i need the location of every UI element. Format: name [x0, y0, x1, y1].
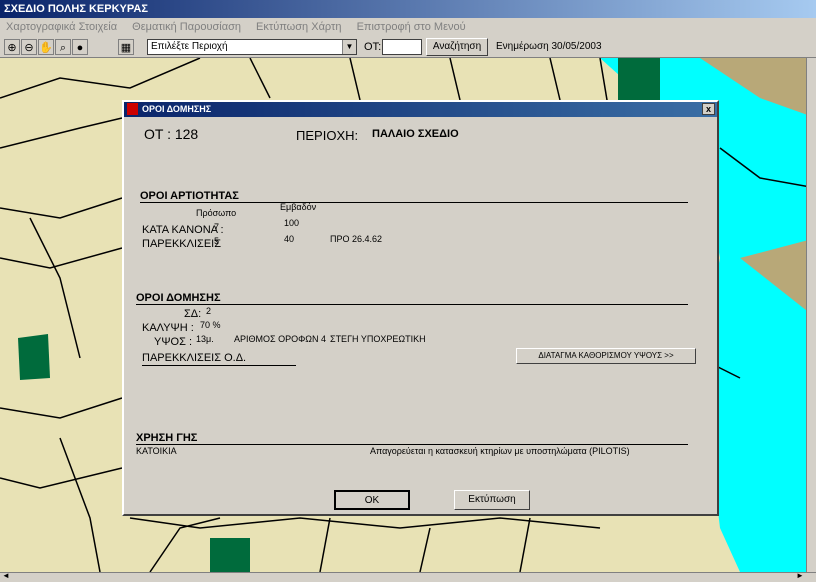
exc-note: ΠΡΟ 26.4.62	[330, 234, 383, 244]
search-button[interactable]: Αναζήτηση	[426, 38, 488, 56]
divider	[140, 202, 688, 203]
globe-icon[interactable]: ●	[72, 39, 88, 55]
dialog-title: ΟΡΟΙ ΔΟΜΗΣΗΣ	[142, 104, 212, 114]
rule-area: 100	[284, 218, 300, 228]
window-icon[interactable]: ▦	[118, 39, 134, 55]
dialog-title-bar: ΟΡΟΙ ΔΟΜΗΣΗΣ x	[124, 102, 717, 117]
scroll-left-icon[interactable]: ◄	[2, 571, 10, 580]
pan-hand-icon[interactable]: ✋	[38, 39, 54, 55]
ok-button[interactable]: OK	[334, 490, 410, 510]
scroll-right-icon[interactable]: ►	[796, 571, 804, 580]
floors-count: ΑΡΙΘΜΟΣ ΟΡΟΦΩΝ 4	[234, 334, 326, 344]
zoom-in-icon[interactable]: ⊕	[4, 39, 20, 55]
landuse-note: Απαγορεύεται η κατασκευή κτηρίων με υποσ…	[370, 446, 630, 456]
area-label: ΠΕΡΙΟΧΗ:	[296, 128, 359, 143]
ot-number: ΟΤ : 128	[144, 126, 199, 142]
vertical-scrollbar[interactable]	[806, 58, 816, 572]
col-front-header: Πρόσωπο	[196, 208, 237, 218]
menu-item-print-map[interactable]: Εκτύπωση Χάρτη	[256, 21, 341, 33]
divider	[136, 304, 688, 305]
height-label: ΥΨΟΣ :	[154, 336, 192, 348]
binoculars-icon[interactable]: ⌕	[55, 39, 71, 55]
ot-input[interactable]	[382, 39, 422, 55]
area-value: ΠΑΛΑΙΟ ΣΧΕΔΙΟ	[372, 128, 459, 140]
update-date: Ενημέρωση 30/05/2003	[496, 41, 602, 52]
artiotita-heading: ΟΡΟΙ ΑΡΤΙΟΤΗΤΑΣ	[140, 190, 239, 202]
height-decree-button[interactable]: ΔΙΑΤΑΓΜΑ ΚΑΘΟΡΙΣΜΟΥ ΥΨΟΥΣ >>	[516, 348, 696, 364]
cover-value: 70 %	[200, 320, 221, 330]
height-value: 13μ.	[196, 334, 214, 344]
exc-area: 40	[284, 234, 295, 244]
exc-front: 5	[214, 236, 220, 246]
zoom-out-icon[interactable]: ⊖	[21, 39, 37, 55]
chevron-down-icon[interactable]: ▼	[342, 40, 356, 54]
menu-item-thematic[interactable]: Θεματική Παρουσίαση	[132, 21, 241, 33]
app-icon	[127, 103, 138, 115]
domisi-heading: ΟΡΟΙ ΔΟΜΗΣΗΣ	[136, 292, 221, 304]
menu-item-cartographic[interactable]: Χαρτογραφικά Στοιχεία	[6, 21, 117, 33]
roof-note: ΣΤΕΓΗ ΥΠΟΧΡΕΩΤΙΚΗ	[330, 334, 426, 344]
print-button[interactable]: Εκτύπωση	[454, 490, 530, 510]
od-exceptions-label: ΠΑΡΕΚΚΛΙΣΕΙΣ Ο.Δ.	[142, 352, 247, 364]
landuse-heading: ΧΡΗΣΗ ΓΗΣ	[136, 432, 198, 444]
landuse-value: ΚΑΤΟΙΚΙΑ	[136, 446, 177, 456]
cover-label: ΚΑΛΥΨΗ :	[142, 322, 194, 334]
divider	[136, 444, 688, 445]
menu-item-return[interactable]: Επιστροφή στο Μενού	[357, 21, 466, 33]
col-area-header: Εμβαδόν	[280, 202, 317, 212]
rule-label: ΚΑΤΑ ΚΑΝΟΝΑ :	[142, 224, 224, 236]
rule-front: 7	[214, 222, 220, 232]
toolbar: ⊕ ⊖ ✋ ⌕ ● ▦ Επιλέξτε Περιοχή ▼ ΟΤ: Αναζή…	[0, 36, 816, 58]
divider	[142, 365, 296, 366]
ot-label: ΟΤ:	[364, 41, 382, 53]
sd-value: 2	[206, 306, 212, 316]
sd-label: ΣΔ:	[184, 308, 202, 320]
close-icon[interactable]: x	[702, 103, 715, 115]
menu-bar: Χαρτογραφικά Στοιχεία Θεματική Παρουσίασ…	[0, 18, 816, 36]
area-select[interactable]: Επιλέξτε Περιοχή ▼	[147, 39, 357, 55]
window-title: ΣΧΕΔΙΟ ΠΟΛΗΣ ΚΕΡΚΥΡΑΣ	[0, 0, 816, 18]
exceptions-label: ΠΑΡΕΚΚΛΙΣΕΙΣ	[142, 238, 222, 250]
building-terms-dialog: ΟΡΟΙ ΔΟΜΗΣΗΣ x ΟΤ : 128 ΠΕΡΙΟΧΗ: ΠΑΛΑΙΟ …	[122, 100, 719, 516]
